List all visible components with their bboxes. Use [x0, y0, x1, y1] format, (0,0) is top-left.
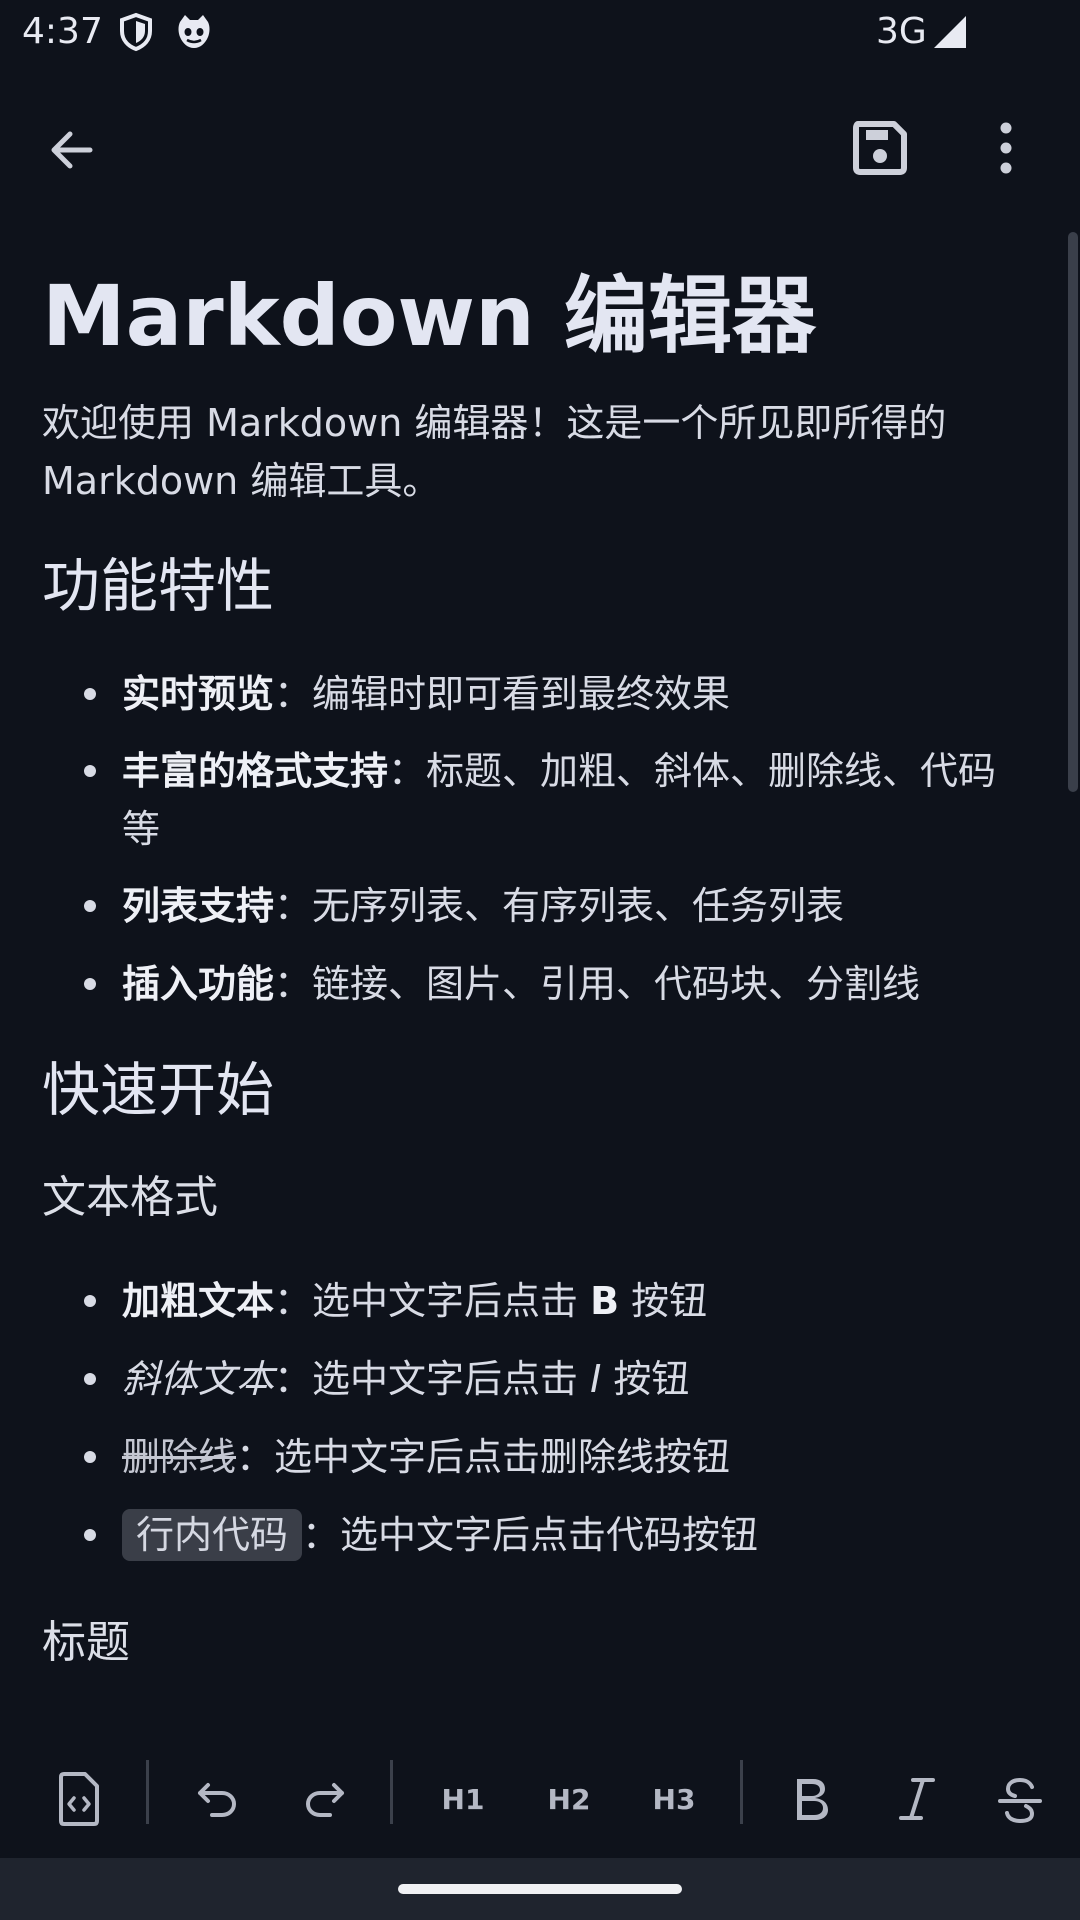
heading-3-button[interactable]: H3: [645, 1764, 703, 1834]
list-item: 加粗文本：选中文字后点击 B 按钮: [80, 1272, 1010, 1330]
code-file-icon: [59, 1772, 99, 1826]
bold-icon: [797, 1779, 828, 1820]
text-format-list: 加粗文本：选中文字后点击 B 按钮 斜体文本：选中文字后点击 I 按钮 删除线：…: [80, 1272, 1010, 1564]
list-item: 丰富的格式支持：标题、加粗、斜体、删除线、代码等: [80, 742, 1010, 858]
home-gesture-handle[interactable]: [398, 1884, 682, 1894]
bold-button[interactable]: [786, 1764, 838, 1834]
format-toolbar: H1 H2 H3: [0, 1740, 1080, 1858]
save-icon: [853, 121, 907, 175]
arrow-back-icon: [51, 131, 93, 169]
strikethrough-button[interactable]: [994, 1764, 1046, 1834]
toolbar-divider: [390, 1760, 393, 1824]
network-type: 3G: [876, 11, 927, 52]
features-heading: 功能特性: [42, 552, 275, 620]
back-button[interactable]: [42, 120, 102, 180]
redo-icon: [306, 1783, 344, 1817]
features-list: 实时预览：编辑时即可看到最终效果 丰富的格式支持：标题、加粗、斜体、删除线、代码…: [80, 665, 1010, 1013]
status-bar: 4:37 3G: [0, 0, 1080, 64]
list-item: 斜体文本：选中文字后点击 I 按钮: [80, 1350, 1010, 1408]
list-item: 列表支持：无序列表、有序列表、任务列表: [80, 877, 1010, 935]
quickstart-heading: 快速开始: [42, 1056, 275, 1124]
undo-button[interactable]: [190, 1764, 242, 1834]
app-bar: [0, 96, 1080, 200]
list-item: 行内代码 ：选中文字后点击代码按钮: [80, 1506, 1010, 1564]
redo-button[interactable]: [300, 1764, 352, 1834]
list-item: 插入功能：链接、图片、引用、代码块、分割线: [80, 955, 1010, 1013]
strikethrough-icon: [998, 1777, 1042, 1823]
heading-2-button[interactable]: H2: [540, 1764, 598, 1834]
headings-heading: 标题: [42, 1617, 130, 1668]
intro-paragraph: 欢迎使用 Markdown 编辑器！这是一个所见即所得的 Markdown 编辑…: [42, 401, 947, 503]
italic-icon: [899, 1778, 935, 1820]
signal-icon: [934, 16, 966, 48]
scrollbar[interactable]: [1068, 232, 1078, 792]
more-options-button[interactable]: [980, 116, 1032, 180]
inline-code: 行内代码: [122, 1509, 303, 1561]
toolbar-divider: [146, 1760, 149, 1824]
list-item: 实时预览：编辑时即可看到最终效果: [80, 665, 1010, 723]
text-format-heading: 文本格式: [42, 1172, 218, 1223]
toolbar-divider: [740, 1760, 743, 1824]
heading-1-button[interactable]: H1: [434, 1764, 492, 1834]
doc-title: Markdown 编辑器: [42, 267, 817, 365]
source-mode-button[interactable]: [48, 1764, 110, 1834]
cat-face-icon: [178, 15, 210, 48]
editor-content[interactable]: Markdown 编辑器 欢迎使用 Markdown 编辑器！这是一个所见即所得…: [0, 200, 1066, 1740]
more-vert-icon: [1000, 122, 1012, 174]
save-button[interactable]: [848, 116, 912, 180]
undo-icon: [198, 1783, 236, 1817]
italic-button[interactable]: [893, 1764, 941, 1834]
status-time: 4:37: [22, 11, 103, 52]
list-item: 删除线：选中文字后点击删除线按钮: [80, 1428, 1010, 1486]
shield-icon: [120, 12, 152, 52]
system-nav-bar: [0, 1858, 1080, 1920]
